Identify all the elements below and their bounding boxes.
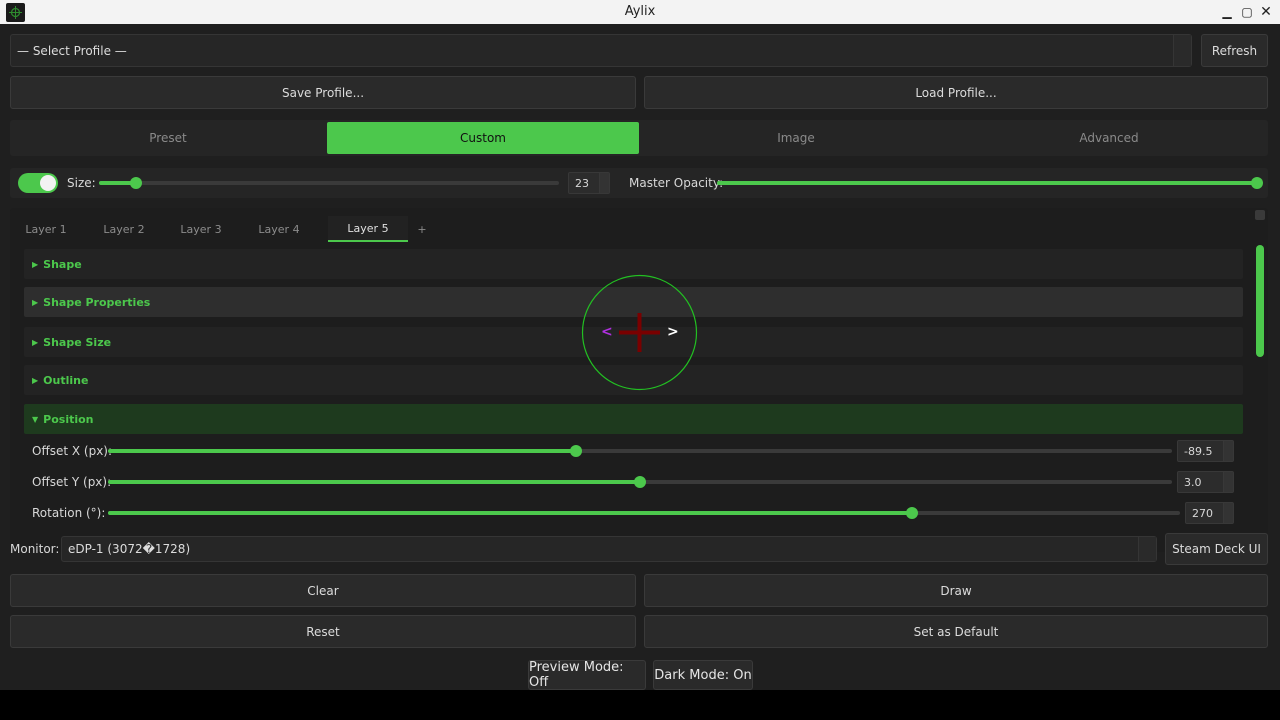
minimize-icon[interactable]: ▁ [1218, 2, 1236, 22]
offset-x-label: Offset X (px): [32, 444, 113, 458]
add-layer-button[interactable]: + [414, 216, 430, 242]
maximize-icon[interactable]: ▢ [1238, 2, 1256, 22]
size-value: 23 [575, 176, 589, 190]
reset-button[interactable]: Reset [10, 615, 636, 648]
tab-layer-3[interactable]: Layer 3 [175, 216, 227, 242]
enable-toggle[interactable] [18, 173, 58, 193]
tab-layer-4[interactable]: Layer 4 [253, 216, 305, 242]
save-profile-button[interactable]: Save Profile... [10, 76, 636, 109]
opacity-slider-fill [717, 181, 1257, 185]
spin-arrows-icon[interactable] [599, 173, 609, 193]
offset-y-slider[interactable] [108, 476, 1172, 488]
offset-y-value: 3.0 [1184, 475, 1202, 489]
size-label: Size: [67, 176, 96, 190]
toggle-knob [40, 175, 56, 191]
rotation-spinbox[interactable]: 270 [1185, 502, 1234, 524]
offset-y-slider-handle[interactable] [634, 476, 646, 488]
size-slider[interactable] [99, 177, 559, 189]
tab-layer-2[interactable]: Layer 2 [98, 216, 150, 242]
tab-custom[interactable]: Custom [327, 122, 639, 154]
offset-y-label: Offset Y (px): [32, 475, 112, 489]
size-spinbox[interactable]: 23 [568, 172, 610, 194]
tab-layer-5[interactable]: Layer 5 [328, 216, 408, 242]
refresh-button[interactable]: Refresh [1201, 34, 1268, 67]
load-profile-button[interactable]: Load Profile... [644, 76, 1268, 109]
expand-icon: ▶ [32, 259, 39, 269]
clear-button[interactable]: Clear [10, 574, 636, 607]
crosshair-preview: < > [581, 274, 698, 391]
right-arrow-marker: > [667, 324, 679, 340]
screen-bottom-area [0, 690, 1280, 720]
offset-x-value: -89.5 [1184, 444, 1213, 458]
window-title: Aylix [624, 4, 656, 19]
expand-icon: ▶ [32, 297, 39, 307]
collapse-icon: ▼ [32, 414, 39, 424]
opacity-slider-handle[interactable] [1251, 177, 1263, 189]
rotation-value: 270 [1192, 506, 1213, 520]
size-bar: Size: 23 Master Opacity: [10, 168, 1268, 198]
profile-select-value: — Select Profile — [17, 43, 127, 58]
offset-x-slider[interactable] [108, 445, 1172, 457]
tab-layer-1[interactable]: Layer 1 [22, 216, 70, 242]
chevron-down-icon [1138, 537, 1156, 561]
expand-icon: ▶ [32, 337, 39, 347]
size-slider-handle[interactable] [129, 177, 142, 189]
offset-y-spinbox[interactable]: 3.0 [1177, 471, 1234, 493]
monitor-select-value: eDP-1 (3072�1728) [68, 542, 191, 556]
tab-image[interactable]: Image [640, 122, 952, 154]
dark-mode-toggle[interactable]: Dark Mode: On [653, 660, 753, 690]
spin-arrows-icon[interactable] [1223, 441, 1233, 461]
rotation-label: Rotation (°): [32, 506, 106, 520]
offset-x-slider-fill [108, 449, 577, 453]
tab-advanced[interactable]: Advanced [953, 122, 1265, 154]
preview-mode-toggle[interactable]: Preview Mode: Off [528, 660, 646, 690]
title-bar: Aylix ▁ ▢ ✕ [0, 0, 1280, 24]
mode-tab-bar: Preset Custom Image Advanced [10, 120, 1268, 156]
spin-arrows-icon[interactable] [1223, 503, 1233, 523]
rotation-slider[interactable] [108, 507, 1180, 519]
expand-icon: ▶ [32, 375, 39, 385]
offset-x-slider-handle[interactable] [570, 445, 583, 457]
left-arrow-marker: < [601, 324, 613, 340]
spin-arrows-icon[interactable] [1223, 472, 1233, 492]
rotation-slider-fill [108, 511, 912, 515]
master-opacity-slider[interactable] [717, 177, 1263, 189]
monitor-select[interactable]: eDP-1 (3072�1728) [61, 536, 1157, 562]
profile-select[interactable]: — Select Profile — [10, 34, 1192, 67]
scroll-up-icon[interactable] [1255, 210, 1265, 220]
steam-deck-ui-button[interactable]: Steam Deck UI [1165, 533, 1268, 565]
section-position[interactable]: ▼ Position [24, 404, 1243, 434]
chevron-down-icon [1173, 35, 1191, 66]
set-as-default-button[interactable]: Set as Default [644, 615, 1268, 648]
tab-preset[interactable]: Preset [12, 122, 324, 154]
monitor-label: Monitor: [10, 542, 60, 556]
panel-scrollbar[interactable] [1255, 210, 1265, 550]
scrollbar-thumb[interactable] [1256, 245, 1264, 357]
offset-y-slider-fill [108, 480, 640, 484]
close-icon[interactable]: ✕ [1257, 2, 1275, 22]
draw-button[interactable]: Draw [644, 574, 1268, 607]
rotation-slider-handle[interactable] [906, 507, 918, 519]
offset-x-spinbox[interactable]: -89.5 [1177, 440, 1234, 462]
master-opacity-label: Master Opacity: [629, 176, 724, 190]
